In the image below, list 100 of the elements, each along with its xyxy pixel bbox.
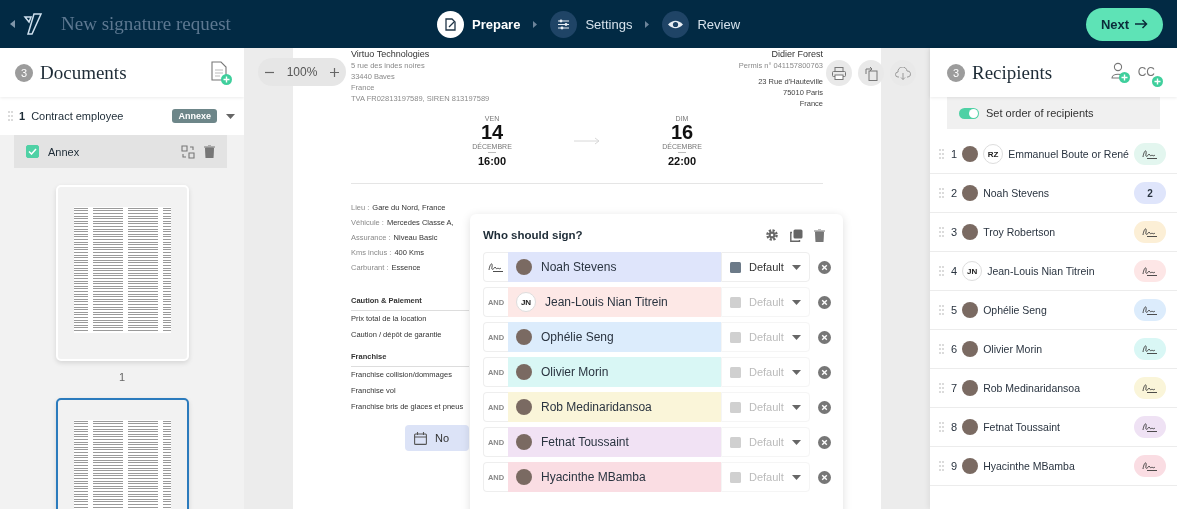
recipient-name: Jean-Louis Nian Titrein <box>987 265 1096 277</box>
signature-icon <box>1141 382 1159 394</box>
step-tab[interactable]: Prepare <box>437 10 521 38</box>
swap-icon[interactable] <box>181 144 195 159</box>
page-number: 1 <box>118 371 126 383</box>
remove-icon[interactable] <box>818 260 831 274</box>
recipient-name: Noah Stevens <box>983 187 1051 199</box>
initials-avatar: RZ <box>983 144 1004 164</box>
chevron-icon <box>645 20 650 28</box>
drag-handle-icon <box>939 188 944 198</box>
page-title: New signature request <box>61 13 231 35</box>
drag-handle-icon <box>8 111 13 121</box>
caret-icon <box>792 334 801 340</box>
step-tab[interactable]: Settings <box>550 10 633 38</box>
add-user-icon[interactable] <box>1110 61 1131 84</box>
plus-icon <box>1152 75 1163 87</box>
toggle-label: Set order of recipients <box>986 107 1094 119</box>
count-badge: 3 <box>947 63 965 82</box>
avatar <box>516 399 532 415</box>
trash-icon[interactable] <box>814 228 825 242</box>
order-number: 2 <box>951 187 958 199</box>
avatar <box>516 469 532 485</box>
plus-icon[interactable] <box>330 67 340 77</box>
toggle-switch[interactable] <box>959 107 979 119</box>
recipient-name: Fetnat Toussaint <box>983 421 1061 433</box>
step-tab[interactable]: Review <box>662 10 740 38</box>
zoom-level: 100% <box>286 65 318 79</box>
color-square-icon <box>730 331 741 343</box>
drag-handle-icon <box>939 344 944 354</box>
avatar <box>516 364 532 380</box>
customer-name: Didier Forest <box>770 48 823 60</box>
checkbox[interactable] <box>26 145 39 158</box>
remove-icon[interactable] <box>818 435 831 449</box>
color-square-icon <box>730 471 741 483</box>
calendar-icon <box>414 431 427 445</box>
recipient-name: Emmanuel Boute or René <box>1008 148 1129 160</box>
back-icon[interactable] <box>10 20 15 28</box>
caret-icon <box>792 264 801 270</box>
document-number: 1 <box>19 110 26 122</box>
order-number: 1 <box>951 148 958 160</box>
signature-icon <box>1141 460 1159 472</box>
review-icon <box>662 10 690 38</box>
color-square-icon <box>730 436 741 448</box>
drag-handle-icon <box>939 461 944 471</box>
attachment-item[interactable]: Annex <box>14 135 227 168</box>
signature-icon <box>1141 226 1159 238</box>
signature-icon <box>1141 343 1159 355</box>
remove-icon[interactable] <box>818 400 831 414</box>
cc-button[interactable]: CC <box>1137 64 1163 87</box>
signature-icon <box>1141 148 1159 160</box>
attachment-name: Annex <box>48 145 81 158</box>
print-icon <box>832 66 846 80</box>
color-square-icon <box>730 261 741 273</box>
avatar <box>516 434 532 450</box>
remove-icon[interactable] <box>818 295 831 309</box>
caret-icon <box>792 404 801 410</box>
caret-icon <box>792 439 801 445</box>
recipient-name: Hyacinthe MBamba <box>983 460 1076 472</box>
arrow-right-icon <box>1135 19 1149 29</box>
settings-icon[interactable] <box>765 228 779 242</box>
arrow-right-icon <box>574 137 600 145</box>
panel-title: Recipients <box>972 61 1054 84</box>
day-number: 14 <box>480 122 504 143</box>
logo-icon <box>23 12 43 36</box>
time: 16:00 <box>477 155 507 167</box>
recipient-name: Troy Robertson <box>983 226 1057 238</box>
color-square-icon <box>730 366 741 378</box>
recipient-name: Rob Medinaridansoa <box>983 382 1082 394</box>
signer-field[interactable]: Noah Stevens <box>508 252 721 282</box>
remove-icon[interactable] <box>818 470 831 484</box>
time: 22:00 <box>667 155 697 167</box>
chevron-icon <box>533 20 538 28</box>
remove-icon[interactable] <box>818 330 831 344</box>
order-number: 3 <box>951 226 958 238</box>
avatar <box>516 259 532 275</box>
initials-avatar: JN <box>962 261 983 281</box>
prepare-icon <box>437 10 464 38</box>
remove-icon[interactable] <box>818 365 831 379</box>
document-item[interactable]: 1 Contract employee Annexe <box>0 97 244 135</box>
day-number: 16 <box>670 122 694 143</box>
order-number: 8 <box>951 421 958 433</box>
order-number: 7 <box>951 382 958 394</box>
recipient-name: Ophélie Seng <box>983 304 1048 316</box>
rotate-icon <box>864 65 878 81</box>
role-dropdown[interactable]: Default <box>721 252 810 282</box>
order-number: 9 <box>951 460 958 472</box>
count-badge: 3 <box>15 63 33 82</box>
order-number: 6 <box>951 343 958 355</box>
order-number: 5 <box>951 304 958 316</box>
copy-icon[interactable] <box>790 228 803 242</box>
next-button[interactable]: Next <box>1086 7 1163 41</box>
drag-handle-icon <box>939 422 944 432</box>
signature-icon <box>1141 265 1159 277</box>
popup-title: Who should sign? <box>483 229 584 241</box>
order-badge: 2 <box>1134 182 1166 204</box>
date-chip[interactable]: No <box>405 425 469 451</box>
trash-icon[interactable] <box>204 145 215 158</box>
caret-icon <box>792 369 801 375</box>
signature-icon <box>1141 421 1159 433</box>
drag-handle-icon <box>939 266 944 276</box>
